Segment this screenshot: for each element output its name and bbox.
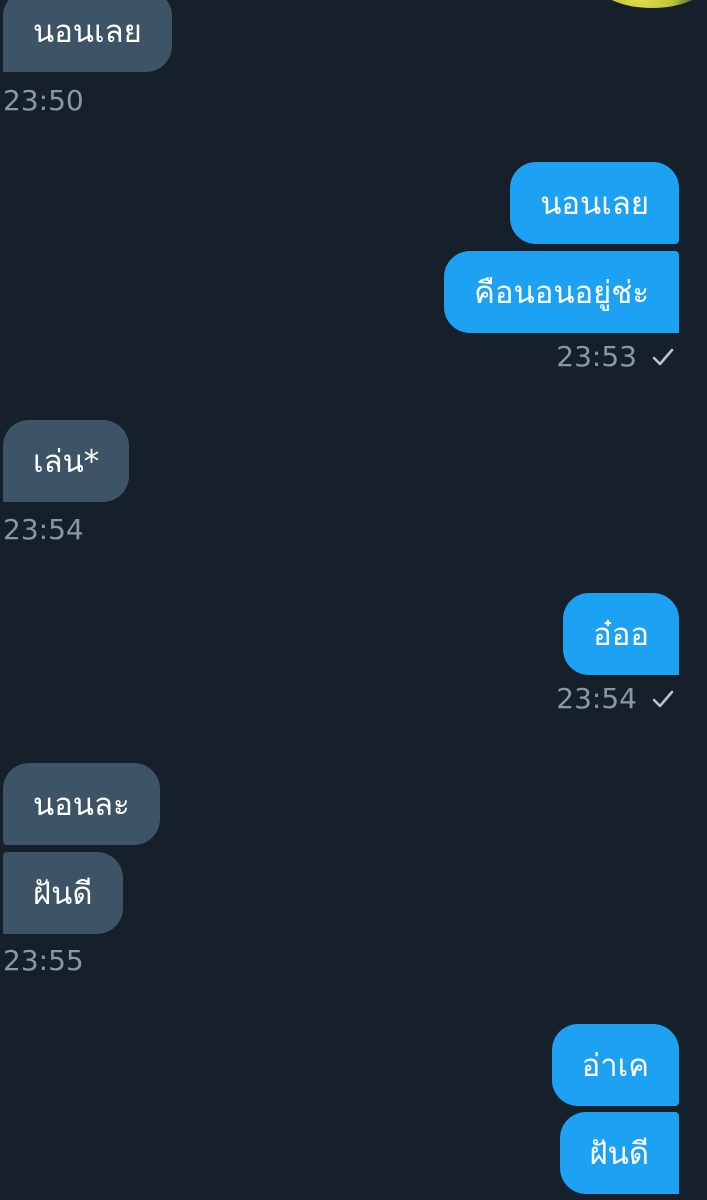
- message-text: เล่น*: [33, 444, 100, 480]
- check-icon: [652, 348, 674, 365]
- message-bubble-incoming[interactable]: นอนเลย: [3, 0, 172, 72]
- message-timestamp: 23:54: [556, 682, 637, 715]
- chat-thread: นอนเลย 23:50 นอนเลย คือนอนอยู่ช่ะ 23:53 …: [0, 0, 707, 1200]
- message-text: นอนละ: [33, 787, 130, 823]
- message-text: ฝันดี: [33, 876, 93, 912]
- message-text: อ๋ออ: [593, 617, 649, 653]
- message-timestamp-row: 23:53: [556, 340, 675, 373]
- message-bubble-incoming[interactable]: เล่น*: [3, 420, 130, 502]
- message-timestamp: 23:55: [3, 944, 84, 977]
- message-bubble-incoming[interactable]: นอนละ: [3, 763, 160, 845]
- avatar[interactable]: [597, 0, 707, 8]
- message-text: อ่าเค: [581, 1048, 649, 1084]
- message-bubble-outgoing[interactable]: อ๋ออ: [563, 593, 679, 675]
- message-bubble-outgoing[interactable]: ฝันดี: [559, 1112, 679, 1194]
- message-bubble-outgoing[interactable]: อ่าเค: [551, 1024, 679, 1106]
- message-bubble-outgoing[interactable]: นอนเลย: [510, 162, 679, 244]
- message-timestamp: 23:54: [3, 513, 84, 546]
- check-icon: [652, 690, 674, 707]
- message-bubble-incoming[interactable]: ฝันดี: [3, 852, 123, 934]
- message-text: คือนอนอยู่ช่ะ: [474, 275, 649, 311]
- message-timestamp: 23:50: [3, 84, 84, 117]
- message-text: นอนเลย: [33, 14, 142, 50]
- message-text: นอนเลย: [540, 186, 649, 222]
- message-timestamp-row: 23:54: [556, 682, 675, 715]
- message-bubble-outgoing[interactable]: คือนอนอยู่ช่ะ: [444, 251, 679, 333]
- message-text: ฝันดี: [589, 1136, 650, 1172]
- message-timestamp: 23:53: [556, 340, 637, 373]
